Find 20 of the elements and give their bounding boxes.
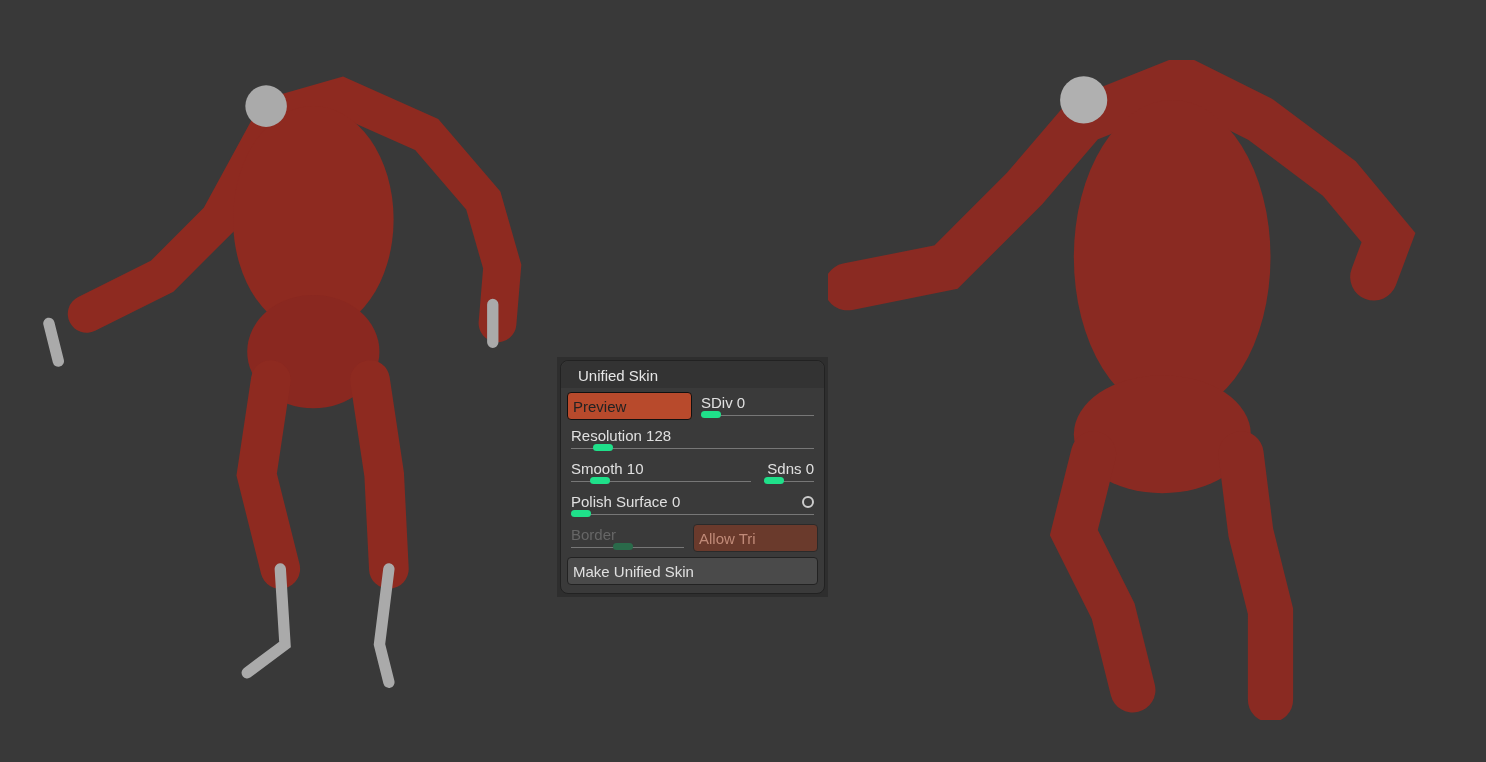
panel-title: Unified Skin	[561, 361, 824, 388]
slider-track[interactable]	[571, 477, 751, 485]
slider-label: Sdns 0	[767, 460, 814, 477]
action-button[interactable]: Make Unified Skin	[567, 557, 818, 585]
slider-handle[interactable]	[701, 411, 721, 418]
slider-handle[interactable]	[590, 477, 611, 484]
slider-track[interactable]	[571, 543, 684, 551]
slider-handle[interactable]	[571, 510, 591, 517]
slider-label: Polish Surface 0	[571, 493, 681, 510]
slider-track[interactable]	[701, 411, 814, 419]
slider-handle[interactable]	[764, 477, 784, 484]
slider-label: Smooth 10	[571, 460, 644, 477]
circle-toggle-icon[interactable]	[802, 495, 814, 508]
slider-label: Resolution 128	[571, 427, 672, 444]
slider-handle[interactable]	[593, 444, 614, 451]
slider-label: SDiv 0	[701, 394, 746, 411]
slider-track[interactable]	[571, 510, 814, 518]
slider-track[interactable]	[571, 444, 814, 452]
slider-track[interactable]	[764, 477, 814, 485]
toggle-button[interactable]: Preview	[567, 392, 692, 420]
